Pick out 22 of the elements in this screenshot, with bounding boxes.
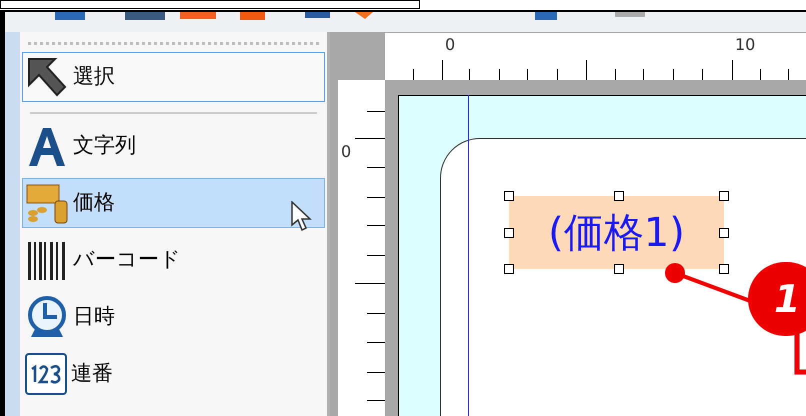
resize-handle[interactable] (719, 191, 729, 201)
number-badge-icon (25, 353, 67, 395)
ruler-label: 0 (341, 142, 352, 162)
resize-handle[interactable] (719, 264, 729, 274)
resize-handle[interactable] (504, 228, 514, 238)
resize-handle[interactable] (614, 264, 624, 274)
price-field-element[interactable]: (価格1) (509, 196, 724, 269)
mouse-cursor-icon (291, 201, 313, 233)
tool-item[interactable]: 連番 (22, 349, 325, 399)
tool-item[interactable]: バーコード (22, 235, 325, 285)
tool-item[interactable]: 選択 (22, 52, 325, 102)
tool-item[interactable]: 日時 (22, 292, 325, 342)
ruler-label: 0 (445, 35, 456, 55)
arrow-pointer-icon (25, 55, 69, 99)
ruler-label: 10 (735, 35, 756, 55)
clock-icon (25, 295, 69, 339)
resize-handle[interactable] (504, 191, 514, 201)
tool-item[interactable]: 文字列 (22, 121, 325, 171)
resize-handle[interactable] (504, 264, 514, 274)
tool-item[interactable]: 価格 (22, 178, 325, 228)
resize-handle[interactable] (719, 228, 729, 238)
resize-handle[interactable] (614, 191, 624, 201)
